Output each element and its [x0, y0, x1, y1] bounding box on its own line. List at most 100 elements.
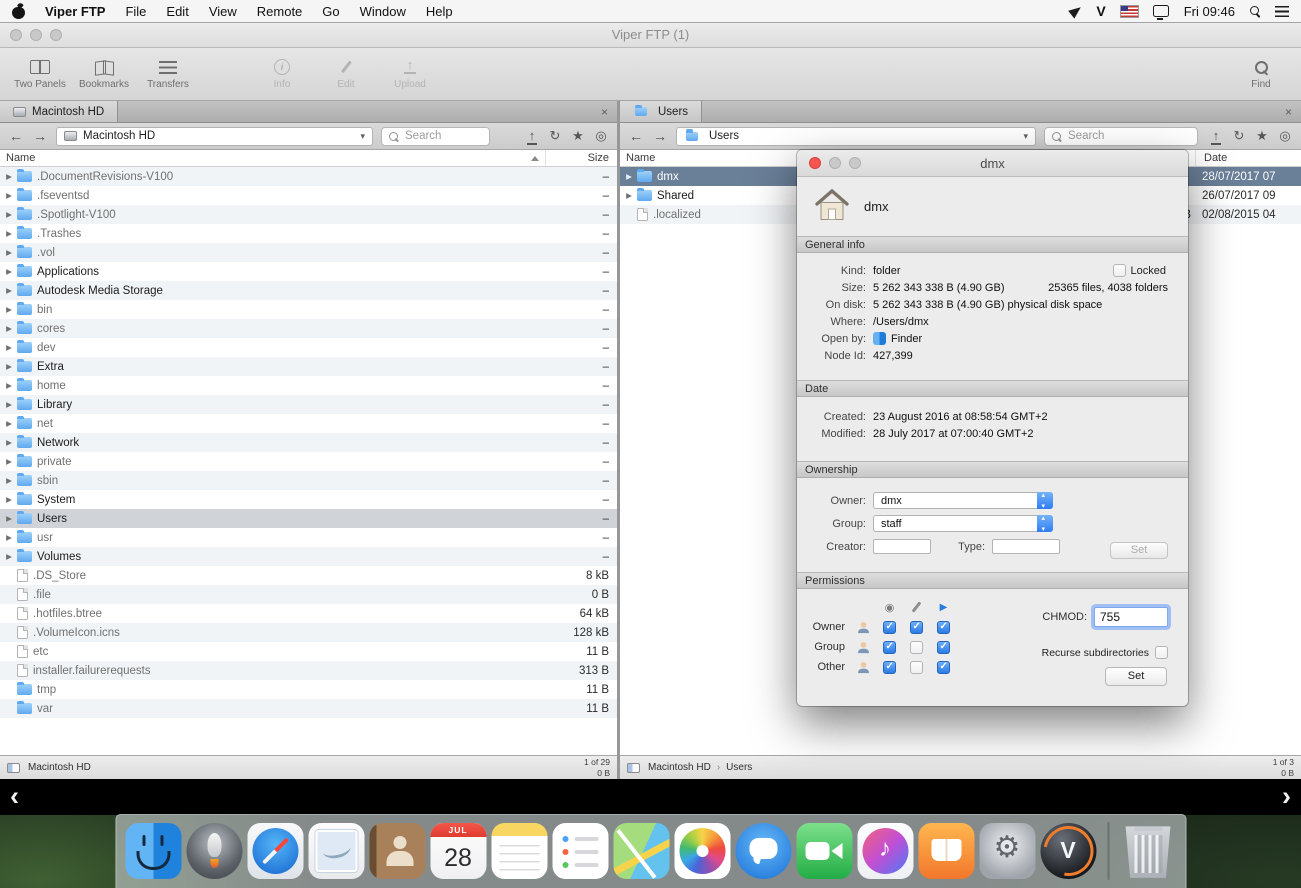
file-row-trashes[interactable]: .Trashes–: [0, 224, 617, 243]
menu-go[interactable]: Go: [312, 4, 349, 19]
launchpad-dock-icon[interactable]: [186, 823, 242, 879]
disclosure-triangle-icon[interactable]: [0, 533, 15, 542]
scroll-right-icon[interactable]: [1282, 779, 1291, 815]
left-tab-close-icon[interactable]: [592, 105, 617, 119]
menu-edit[interactable]: Edit: [156, 4, 198, 19]
back-icon[interactable]: [628, 128, 644, 144]
recurse-checkbox[interactable]: [1155, 646, 1168, 659]
scroll-left-icon[interactable]: [10, 779, 19, 815]
file-row-ds-store[interactable]: .DS_Store8 kB: [0, 566, 617, 585]
owner-dropdown[interactable]: dmx: [873, 492, 1053, 509]
menu-remote[interactable]: Remote: [247, 4, 313, 19]
facetime-dock-icon[interactable]: [796, 823, 852, 879]
photos-dock-icon[interactable]: [674, 823, 730, 879]
permission-checkbox-group-write[interactable]: [910, 641, 923, 654]
upload-button[interactable]: Upload: [384, 58, 436, 90]
calendar-dock-icon[interactable]: JUL28: [430, 823, 486, 879]
viper-status-icon[interactable]: [1096, 3, 1105, 19]
dialog-minimize-button[interactable]: [829, 157, 841, 169]
menu-window[interactable]: Window: [350, 4, 416, 19]
locate-icon[interactable]: [1277, 128, 1293, 145]
file-row-var[interactable]: var11 B: [0, 699, 617, 718]
menubar-clock[interactable]: Fri 09:46: [1184, 4, 1235, 19]
disclosure-triangle-icon[interactable]: [0, 495, 15, 504]
disclosure-triangle-icon[interactable]: [620, 191, 635, 200]
us-flag-icon[interactable]: [1121, 6, 1138, 17]
file-row-dev[interactable]: dev–: [0, 338, 617, 357]
minimize-button[interactable]: [30, 29, 42, 41]
chmod-input[interactable]: [1094, 607, 1168, 627]
disclosure-triangle-icon[interactable]: [0, 267, 15, 276]
edit-button[interactable]: Edit: [320, 58, 372, 90]
permission-checkbox-owner-write[interactable]: [910, 621, 923, 634]
trash-dock-icon[interactable]: [1120, 823, 1176, 879]
file-row-cores[interactable]: cores–: [0, 319, 617, 338]
finder-dock-icon[interactable]: [125, 823, 181, 879]
right-tab-users[interactable]: Users: [620, 101, 702, 122]
column-header-size[interactable]: Size: [545, 150, 617, 166]
file-row-autodesk-media-storage[interactable]: Autodesk Media Storage–: [0, 281, 617, 300]
file-row-volumes[interactable]: Volumes–: [0, 547, 617, 566]
column-header-name[interactable]: Name: [0, 152, 545, 164]
disclosure-triangle-icon[interactable]: [0, 514, 15, 523]
zoom-button[interactable]: [50, 29, 62, 41]
breadcrumb-macintosh-hd[interactable]: Macintosh HD: [28, 762, 91, 773]
disclosure-triangle-icon[interactable]: [0, 362, 15, 371]
notes-dock-icon[interactable]: [491, 823, 547, 879]
panel-toggle-icon[interactable]: [7, 763, 20, 773]
maps-dock-icon[interactable]: [613, 823, 669, 879]
permission-checkbox-other-exec[interactable]: [937, 661, 950, 674]
file-row-file[interactable]: .file0 B: [0, 585, 617, 604]
notification-center-icon[interactable]: [1275, 6, 1289, 17]
left-tab-macintosh-hd[interactable]: Macintosh HD: [0, 101, 118, 122]
permission-checkbox-other-write[interactable]: [910, 661, 923, 674]
disclosure-triangle-icon[interactable]: [0, 248, 15, 257]
bookmarks-button[interactable]: Bookmarks: [78, 58, 130, 90]
permissions-set-button[interactable]: Set: [1105, 667, 1167, 686]
file-row-documentrevisions-v100[interactable]: .DocumentRevisions-V100–: [0, 167, 617, 186]
forward-icon[interactable]: [32, 128, 48, 144]
left-search[interactable]: [381, 127, 490, 146]
breadcrumb-macintosh-hd[interactable]: Macintosh HD: [648, 762, 711, 773]
file-row-hotfiles-btree[interactable]: .hotfiles.btree64 kB: [0, 604, 617, 623]
contacts-dock-icon[interactable]: [369, 823, 425, 879]
refresh-icon[interactable]: [547, 128, 563, 145]
creator-input[interactable]: [873, 539, 931, 554]
permission-checkbox-other-read[interactable]: [883, 661, 896, 674]
file-row-extra[interactable]: Extra–: [0, 357, 617, 376]
disclosure-triangle-icon[interactable]: [0, 457, 15, 466]
apple-menu-icon[interactable]: [12, 3, 25, 19]
locked-checkbox[interactable]: [1113, 264, 1126, 277]
system-preferences-dock-icon[interactable]: [979, 823, 1035, 879]
group-dropdown[interactable]: staff: [873, 515, 1053, 532]
displays-icon[interactable]: [1153, 5, 1169, 17]
file-row-sbin[interactable]: sbin–: [0, 471, 617, 490]
info-button[interactable]: Info: [256, 58, 308, 90]
column-header-date[interactable]: Date: [1195, 150, 1301, 166]
breadcrumb-users[interactable]: Users: [726, 762, 752, 773]
type-input[interactable]: [992, 539, 1060, 554]
back-icon[interactable]: [8, 128, 24, 144]
dialog-close-button[interactable]: [809, 157, 821, 169]
find-button[interactable]: Find: [1235, 58, 1287, 90]
disclosure-triangle-icon[interactable]: [0, 381, 15, 390]
file-row-vol[interactable]: .vol–: [0, 243, 617, 262]
file-row-private[interactable]: private–: [0, 452, 617, 471]
disclosure-triangle-icon[interactable]: [0, 191, 15, 200]
disclosure-triangle-icon[interactable]: [0, 552, 15, 561]
file-row-tmp[interactable]: tmp11 B: [0, 680, 617, 699]
menu-view[interactable]: View: [199, 4, 247, 19]
viper-ftp-dock-icon[interactable]: [1040, 823, 1096, 879]
file-row-network[interactable]: Network–: [0, 433, 617, 452]
right-search-input[interactable]: [1068, 130, 1190, 142]
disclosure-triangle-icon[interactable]: [0, 210, 15, 219]
file-row-installer-failurerequests[interactable]: installer.failurerequests313 B: [0, 661, 617, 680]
safari-dock-icon[interactable]: [247, 823, 303, 879]
left-path-dropdown[interactable]: Macintosh HD: [56, 127, 373, 146]
disclosure-triangle-icon[interactable]: [0, 419, 15, 428]
forward-icon[interactable]: [652, 128, 668, 144]
right-tab-close-icon[interactable]: [1276, 105, 1301, 119]
file-row-volumeicon-icns[interactable]: .VolumeIcon.icns128 kB: [0, 623, 617, 642]
bookmark-star-icon[interactable]: [1254, 128, 1270, 145]
remote-pointer-icon[interactable]: [1069, 3, 1085, 18]
